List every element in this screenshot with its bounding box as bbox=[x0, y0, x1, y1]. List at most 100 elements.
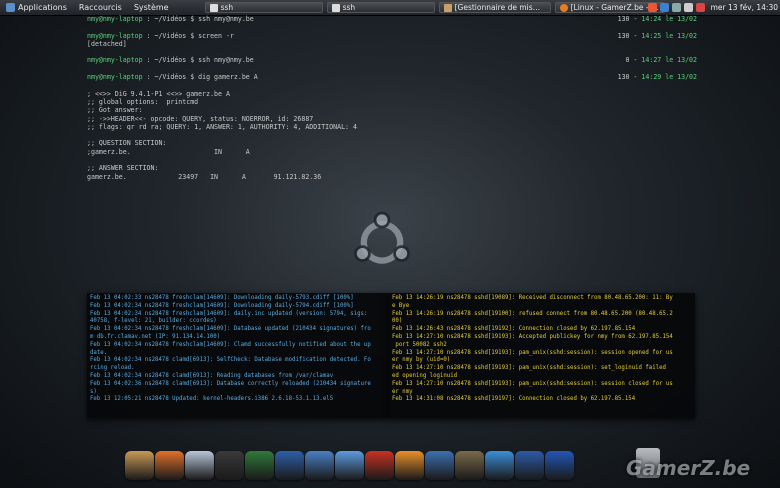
prompt-status: 130 - 14:29 le 13/02 bbox=[618, 73, 697, 81]
taskbar-item[interactable]: ssh bbox=[204, 2, 323, 13]
log-line: e Bye bbox=[392, 302, 410, 309]
log-line: 00) bbox=[392, 318, 403, 325]
taskbar-item[interactable]: [Gestionnaire de mis… bbox=[438, 2, 551, 13]
command-text: ssh nmy@nmy.be bbox=[198, 56, 254, 65]
ubuntu-icon bbox=[6, 3, 15, 12]
system-tray: mer 13 fév, 14:30 bbox=[647, 0, 778, 15]
task-label: ssh bbox=[220, 3, 234, 12]
network-icon[interactable] bbox=[671, 3, 681, 12]
task-label: [Gestionnaire de mis… bbox=[454, 3, 541, 12]
exit-code: 0 - bbox=[625, 56, 642, 65]
lock-icon[interactable] bbox=[275, 451, 304, 480]
menu-applications[interactable]: Applications bbox=[0, 3, 73, 12]
dig-output-line: ;gamerz.be. IN A bbox=[87, 147, 250, 156]
terminal-line: nmy@nmy-laptop : ~/Vidéos $ screen -r 130… bbox=[87, 32, 697, 40]
word-icon[interactable] bbox=[515, 451, 544, 480]
task-label: [Linux - GamerZ.be - … bbox=[570, 3, 659, 12]
ubuntu-logo bbox=[354, 211, 410, 264]
people-icon[interactable] bbox=[335, 451, 364, 480]
power-icon[interactable] bbox=[695, 3, 705, 12]
filezilla-icon[interactable] bbox=[365, 451, 394, 480]
prompt-status: 130 - 14:25 le 13/02 bbox=[618, 32, 697, 40]
prompt-status: 130 - 14:24 le 13/02 bbox=[618, 15, 697, 23]
menu-raccourcis[interactable]: Raccourcis bbox=[73, 3, 128, 12]
clock[interactable]: mer 13 fév, 14:30 bbox=[711, 3, 778, 12]
package-icon[interactable] bbox=[125, 451, 154, 480]
bluetooth-icon[interactable] bbox=[659, 3, 669, 12]
dig-output-line: ;; global options: printcmd bbox=[87, 97, 199, 106]
exit-code: 130 - bbox=[617, 73, 642, 82]
compass-icon[interactable] bbox=[245, 451, 274, 480]
menu-label: Système bbox=[133, 3, 169, 12]
log-line: Feb 13 04:02:36 ns28478 clamd[6913]: Dat… bbox=[90, 380, 371, 387]
log-line: Feb 13 14:31:08 ns28478 sshd[19197]: Con… bbox=[392, 396, 636, 403]
dig-output-line: ; <<>> DiG 9.4.1-P1 <<>> gamerz.be A bbox=[87, 89, 230, 98]
timestamp: 14:27 le 13/02 bbox=[641, 56, 697, 65]
bluetooth-icon[interactable] bbox=[305, 451, 334, 480]
terminal[interactable]: nmy@nmy-laptop : ~/Vidéos $ ssh nmy@nmy.… bbox=[87, 15, 697, 181]
terminal-line: nmy@nmy-laptop : ~/Vidéos $ ssh nmy@nmy.… bbox=[87, 56, 697, 64]
log-line: Feb 13 14:27:10 ns28478 sshd[19193]: pam… bbox=[392, 380, 673, 387]
music-icon[interactable] bbox=[425, 451, 454, 480]
timestamp: 14:29 le 13/02 bbox=[641, 73, 697, 82]
dock bbox=[125, 446, 605, 480]
terminal-icon bbox=[209, 3, 218, 12]
log-line: Feb 13 12:05:21 ns28478 Updated: kernel-… bbox=[90, 396, 334, 403]
log-line: date. bbox=[90, 349, 108, 356]
log-line: Feb 13 14:27:10 ns28478 sshd[19193]: Acc… bbox=[392, 333, 673, 340]
timestamp: 14:24 le 13/02 bbox=[641, 15, 697, 23]
log-panel-clamav[interactable]: Feb 13 04:02:33 ns28478 freshclam[14609]… bbox=[87, 293, 389, 418]
log-line: er nmy bbox=[392, 388, 413, 395]
prompt-path: : ~/Vidéos $ bbox=[142, 56, 199, 65]
app-icon[interactable] bbox=[545, 451, 574, 480]
dig-output-line: ;; QUESTION SECTION: bbox=[87, 139, 167, 148]
firefox-icon[interactable] bbox=[155, 451, 184, 480]
notification-icon[interactable] bbox=[647, 3, 657, 12]
clapper-icon[interactable] bbox=[215, 451, 244, 480]
log-panel-sshd[interactable]: Feb 13 14:26:19 ns28478 sshd[19089]: Rec… bbox=[389, 293, 695, 418]
dig-output-line: gamerz.be. 23497 IN A 91.121.82.36 bbox=[87, 172, 322, 181]
menu-systeme[interactable]: Système bbox=[128, 3, 175, 12]
prompt-path: : ~/Vidéos $ bbox=[142, 73, 199, 82]
terminal-line: [detached] bbox=[87, 40, 697, 48]
log-line: Feb 13 14:26:43 ns28478 sshd[19192]: Con… bbox=[392, 326, 636, 333]
log-line: Feb 13 04:02:34 ns28478 freshclam[14609]… bbox=[90, 302, 354, 309]
log-line: Feb 13 14:27:10 ns28478 sshd[19193]: pam… bbox=[392, 365, 666, 372]
network-icon[interactable] bbox=[485, 451, 514, 480]
volume-icon[interactable] bbox=[683, 3, 693, 12]
log-line: Feb 13 04:02:34 ns28478 freshclam[14609]… bbox=[90, 326, 371, 333]
prompt-status: 0 - 14:27 le 13/02 bbox=[626, 56, 697, 64]
package-manager-icon bbox=[443, 3, 452, 12]
output-text: [detached] bbox=[87, 39, 127, 48]
log-line: ed opening loginuid bbox=[392, 372, 458, 379]
pidgin-icon[interactable] bbox=[185, 451, 214, 480]
exit-code: 130 - bbox=[617, 15, 642, 23]
timestamp: 14:25 le 13/02 bbox=[641, 31, 697, 40]
log-line: Feb 13 04:02:34 ns28478 clamd[6913]: Sel… bbox=[90, 357, 371, 364]
log-line: Feb 13 04:02:33 ns28478 freshclam[14609]… bbox=[90, 295, 354, 301]
log-line: s) bbox=[90, 388, 97, 395]
top-panel: Applications Raccourcis Système ssh ssh … bbox=[0, 0, 780, 16]
prompt-user: nmy@nmy-laptop bbox=[87, 73, 143, 82]
dig-output-line bbox=[87, 156, 697, 164]
command-text: dig gamerz.be A bbox=[198, 73, 258, 82]
dig-output-line: ;; ANSWER SECTION: bbox=[87, 164, 159, 173]
log-line: Feb 13 14:26:19 ns28478 sshd[19089]: Rec… bbox=[392, 295, 673, 301]
prompt-user: nmy@nmy-laptop bbox=[87, 15, 143, 23]
task-label: ssh bbox=[342, 3, 356, 12]
gimp-icon[interactable] bbox=[455, 451, 484, 480]
taskbar-item[interactable]: ssh bbox=[326, 2, 435, 13]
prompt-user: nmy@nmy-laptop bbox=[87, 31, 143, 40]
terminal-line: nmy@nmy-laptop : ~/Vidéos $ ssh nmy@nmy.… bbox=[87, 15, 697, 23]
log-line: er nmy by (uid=0) bbox=[392, 357, 451, 364]
vlc-icon[interactable] bbox=[395, 451, 424, 480]
prompt-path: : ~/Vidéos $ bbox=[142, 31, 199, 40]
log-line: m db.fr.clamav.net (IP: 91.134.14.100) bbox=[90, 333, 221, 340]
log-line: 40758, f-level: 21, builder: ccordes) bbox=[90, 318, 217, 325]
menu-label: Applications bbox=[18, 3, 67, 12]
terminal-icon bbox=[331, 3, 340, 12]
menu-label: Raccourcis bbox=[78, 3, 122, 12]
